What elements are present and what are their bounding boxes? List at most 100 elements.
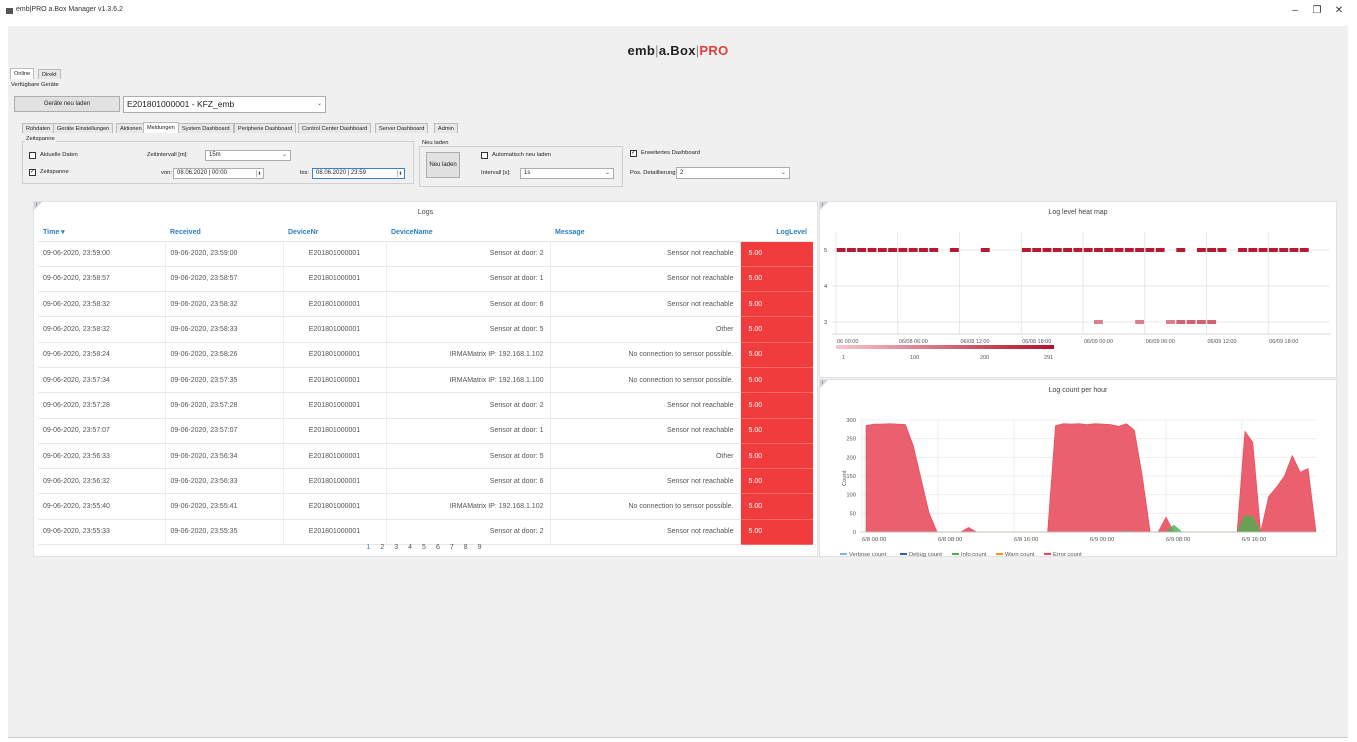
table-row[interactable]: 09-06-2020, 23:58:32 09-06-2020, 23:58:33…	[38, 316, 813, 343]
heatmap-cell[interactable]	[1238, 248, 1247, 252]
heatmap-cell[interactable]	[857, 248, 867, 252]
heatmap-cell[interactable]	[1021, 248, 1031, 252]
bis-datetime-input[interactable]: 08.06.2020 | 23:59 ⬍	[312, 168, 405, 179]
tab-online[interactable]: Online	[10, 68, 35, 79]
legend-item[interactable]: Verbose count	[849, 552, 886, 558]
pos-detaillierung-select[interactable]: 2 ⌄	[676, 167, 790, 179]
column-header-received[interactable]: Received	[165, 224, 283, 242]
heatmap-cell[interactable]	[1217, 248, 1227, 252]
tab-direkt[interactable]: Direkt	[38, 69, 61, 79]
spin-icon[interactable]: ⬍	[256, 170, 262, 177]
heatmap-cell[interactable]	[1083, 248, 1093, 252]
heatmap-cell[interactable]	[919, 248, 928, 252]
table-row[interactable]: 09-06-2020, 23:57:34 09-06-2020, 23:57:35…	[38, 367, 813, 394]
heatmap-cell[interactable]	[1135, 248, 1145, 252]
legend-item[interactable]: Error count	[1053, 552, 1082, 558]
heatmap-cell[interactable]	[1207, 320, 1217, 324]
tab-geraete-einstellungen[interactable]: Geräte Einstellungen	[53, 123, 114, 133]
tab-system-dashboard[interactable]: System Dashboard	[178, 123, 234, 133]
heatmap-cell[interactable]	[1279, 248, 1289, 252]
page-link[interactable]: 7	[450, 544, 454, 551]
heatmap-cell[interactable]	[1186, 320, 1196, 324]
device-select[interactable]: E201801000001 - KFZ_emb ⌄	[123, 96, 326, 113]
auto-reload-checkbox[interactable]	[481, 152, 488, 159]
legend-item[interactable]: Warn count	[1005, 552, 1035, 558]
heatmap-cell[interactable]	[1176, 320, 1186, 324]
heatmap-cell[interactable]	[1073, 248, 1083, 252]
table-row[interactable]: 09-06-2020, 23:57:28 09-06-2020, 23:57:28…	[38, 392, 813, 419]
table-row[interactable]: 09-06-2020, 23:58:24 09-06-2020, 23:58:26…	[38, 342, 813, 368]
heatmap-cell[interactable]	[1155, 248, 1165, 252]
column-header-time[interactable]: Time ▾	[38, 224, 165, 242]
minimize-button[interactable]: –	[1284, 4, 1306, 18]
heatmap-cell[interactable]	[1114, 248, 1124, 252]
table-row[interactable]: 09-06-2020, 23:56:33 09-06-2020, 23:56:34…	[38, 443, 813, 470]
heatmap-cell[interactable]	[1104, 248, 1114, 252]
legend-item[interactable]: Debug count	[909, 552, 942, 558]
neu-laden-button[interactable]: Neu laden	[426, 152, 460, 178]
heatmap-cell[interactable]	[1268, 248, 1278, 252]
column-header-devicenr[interactable]: DeviceNr	[283, 224, 386, 242]
tab-admin[interactable]: Admin	[434, 123, 458, 133]
zeitintervall-select[interactable]: 15m ⌄	[205, 150, 291, 161]
table-row[interactable]: 09-06-2020, 23:58:32 09-06-2020, 23:58:32…	[38, 291, 813, 318]
heatmap-cell[interactable]	[1176, 248, 1186, 252]
heatmap-cell[interactable]	[1135, 320, 1145, 324]
heatmap-cell[interactable]	[1124, 248, 1134, 252]
heatmap-cell[interactable]	[929, 248, 939, 252]
info-icon[interactable]: i	[36, 202, 37, 208]
reload-devices-button[interactable]: Geräte neu laden	[14, 96, 120, 112]
tab-aktionen[interactable]: Aktionen	[116, 123, 146, 133]
von-datetime-input[interactable]: 08.06.2020 | 00:00 ⬍	[173, 168, 264, 179]
heatmap-cell[interactable]	[1093, 320, 1103, 324]
erweitertes-dashboard-checkbox[interactable]: ✓	[630, 150, 637, 157]
heatmap-cell[interactable]	[1032, 248, 1042, 252]
page-link[interactable]: 6	[436, 544, 440, 551]
info-icon[interactable]: i	[822, 380, 823, 386]
heatmap-cell[interactable]	[1258, 248, 1268, 252]
column-header-loglevel[interactable]: LogLevel	[740, 224, 813, 242]
heatmap-cell[interactable]	[1145, 248, 1155, 252]
table-row[interactable]: 09-06-2020, 23:59:00 09-06-2020, 23:59:00…	[38, 241, 813, 267]
heatmap-cell[interactable]	[836, 248, 846, 252]
area-series-error-count[interactable]	[865, 423, 1317, 533]
page-link[interactable]: 3	[394, 544, 398, 551]
tab-server-dashboard[interactable]: Server Dashboard	[375, 123, 429, 133]
heatmap-cell[interactable]	[846, 248, 856, 252]
page-link[interactable]: 4	[408, 544, 412, 551]
tab-rohdaten[interactable]: Rohdaten	[22, 123, 55, 133]
heatmap-cell[interactable]	[1196, 248, 1206, 252]
column-header-message[interactable]: Message	[550, 224, 740, 242]
info-icon[interactable]: i	[822, 202, 823, 208]
heatmap-cell[interactable]	[908, 248, 918, 252]
table-row[interactable]: 09-06-2020, 23:55:40 09-06-2020, 23:55:41…	[38, 493, 813, 520]
heatmap-cell[interactable]	[1207, 248, 1217, 252]
heatmap-cell[interactable]	[1299, 248, 1309, 252]
heatmap-cell[interactable]	[1289, 248, 1299, 252]
heatmap-cell[interactable]	[877, 248, 887, 252]
reload-intervall-select[interactable]: 1s ⌄	[520, 168, 614, 179]
heatmap-cell[interactable]	[949, 248, 959, 252]
heatmap-cell[interactable]	[1196, 320, 1206, 324]
page-link[interactable]: 9	[478, 544, 482, 551]
tab-meldungen[interactable]: Meldungen	[143, 122, 179, 133]
heatmap-cell[interactable]	[1248, 248, 1258, 252]
close-button[interactable]: ✕	[1328, 4, 1350, 18]
heatmap-cell[interactable]	[1063, 248, 1073, 252]
heatmap-cell[interactable]	[898, 248, 908, 252]
tab-control-center-dashboard[interactable]: Control Center Dashboard	[298, 123, 372, 133]
aktuelle-daten-checkbox[interactable]	[29, 152, 36, 159]
page-link[interactable]: 8	[464, 544, 468, 551]
heatmap-cell[interactable]	[1093, 248, 1103, 252]
page-link[interactable]: 1	[366, 544, 370, 551]
spin-icon[interactable]: ⬍	[397, 170, 403, 177]
page-link[interactable]: 2	[380, 544, 384, 551]
table-row[interactable]: 09-06-2020, 23:56:32 09-06-2020, 23:56:33…	[38, 468, 813, 495]
tab-peripherie-dashboard[interactable]: Peripherie Dashboard	[234, 123, 297, 133]
column-header-devicename[interactable]: DeviceName	[386, 224, 550, 242]
heatmap-cell[interactable]	[980, 248, 990, 252]
page-link[interactable]: 5	[422, 544, 426, 551]
table-row[interactable]: 09-06-2020, 23:58:57 09-06-2020, 23:58:57…	[38, 266, 813, 293]
heatmap-cell[interactable]	[1042, 248, 1052, 252]
zeitspanne-checkbox[interactable]: ✓	[29, 169, 36, 176]
